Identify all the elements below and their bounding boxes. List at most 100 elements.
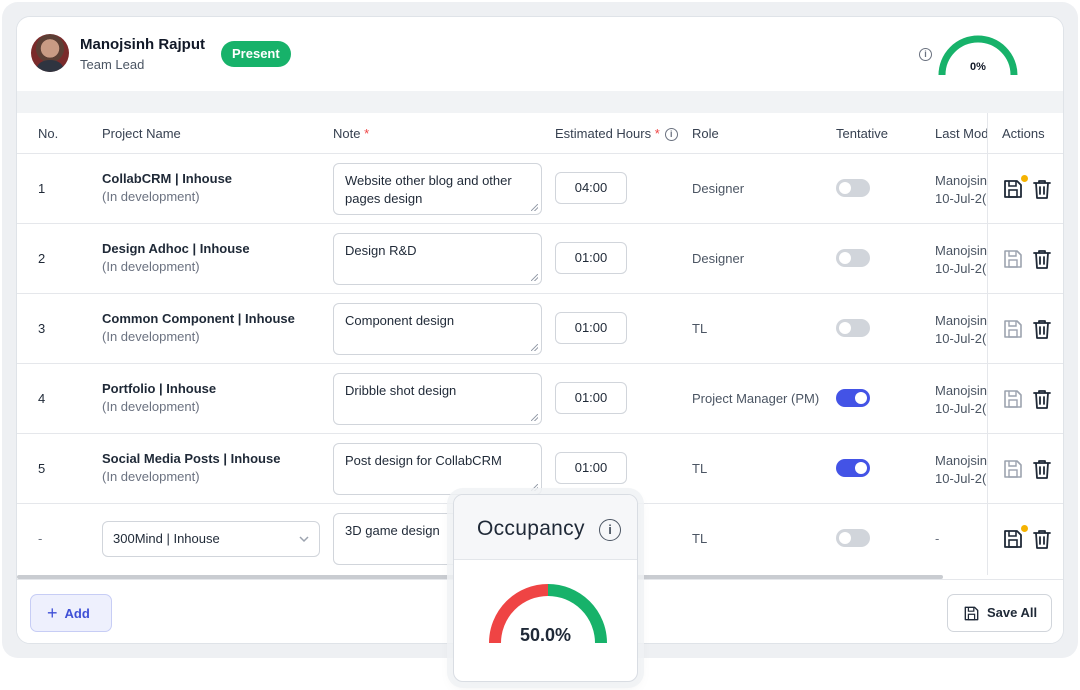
row-actions: [988, 154, 1063, 224]
tentative-toggle[interactable]: [836, 179, 870, 197]
last-modified: Manojsin 10-Jul-2(: [935, 453, 987, 486]
note-textarea[interactable]: Design R&D: [333, 233, 542, 285]
row-actions: [988, 504, 1063, 575]
add-label: Add: [64, 606, 90, 621]
row-actions: [988, 434, 1063, 504]
occupancy-title: Occupancy: [477, 517, 585, 540]
save-icon[interactable]: [1002, 528, 1024, 550]
note-textarea[interactable]: Dribble shot design: [333, 373, 542, 425]
project-name: Design Adhoc | Inhouse: [102, 241, 250, 256]
tentative-toggle[interactable]: [836, 319, 870, 337]
chevron-down-icon: [299, 536, 309, 543]
table-row: 2 Design Adhoc | Inhouse (In development…: [17, 224, 1063, 294]
row-actions: [988, 294, 1063, 364]
status-badge: Present: [221, 41, 291, 67]
role-value: TL: [692, 461, 708, 476]
tentative-toggle[interactable]: [836, 249, 870, 267]
project-status: (In development): [102, 469, 200, 484]
project-name: Portfolio | Inhouse: [102, 381, 217, 396]
hours-input[interactable]: 01:00: [555, 452, 627, 484]
header-note: Note *: [333, 126, 370, 141]
note-textarea[interactable]: Post design for CollabCRM: [333, 443, 542, 495]
row-number: 3: [38, 321, 46, 336]
avatar: [31, 34, 69, 72]
trash-icon[interactable]: [1032, 528, 1052, 550]
header-last-modified: Last Mod: [935, 126, 989, 141]
hours-input[interactable]: 01:00: [555, 312, 627, 344]
info-icon[interactable]: i: [919, 48, 932, 61]
last-modified: Manojsin 10-Jul-2(: [935, 383, 987, 416]
project-select-value: 300Mind | Inhouse: [113, 531, 220, 546]
role-value: Project Manager (PM): [692, 391, 820, 406]
role-value: TL: [692, 321, 708, 336]
save-icon[interactable]: [1002, 178, 1024, 200]
project-name: Common Component | Inhouse: [102, 311, 295, 326]
unsaved-indicator: [1021, 175, 1028, 182]
last-modified: -: [935, 531, 940, 546]
role-value: Designer: [692, 251, 745, 266]
row-number: 4: [38, 391, 46, 406]
add-row-button[interactable]: + Add: [30, 594, 112, 632]
last-modified: Manojsin 10-Jul-2(: [935, 173, 987, 206]
note-textarea[interactable]: Website other blog and other pages desig…: [333, 163, 542, 215]
user-role: Team Lead: [80, 57, 145, 72]
occupancy-header: Occupancy i: [454, 495, 637, 560]
project-name: CollabCRM | Inhouse: [102, 171, 233, 186]
role-value: TL: [692, 531, 708, 546]
tentative-toggle[interactable]: [836, 389, 870, 407]
save-icon[interactable]: [1002, 318, 1024, 340]
table-row: 3 Common Component | Inhouse (In develop…: [17, 294, 1063, 364]
note-textarea[interactable]: Component design: [333, 303, 542, 355]
user-header: Manojsinh Rajput Team Lead Present i 0%: [17, 17, 1063, 91]
save-icon[interactable]: [1002, 248, 1024, 270]
occupancy-popup: Occupancy i 50.0%: [453, 494, 638, 682]
row-actions: [988, 224, 1063, 294]
header-role: Role: [692, 126, 719, 141]
last-modified: Manojsin 10-Jul-2(: [935, 243, 987, 276]
save-all-button[interactable]: Save All: [947, 594, 1052, 632]
save-icon[interactable]: [1002, 388, 1024, 410]
save-icon[interactable]: [1002, 458, 1024, 480]
row-actions: [988, 364, 1063, 434]
trash-icon[interactable]: [1032, 318, 1052, 340]
last-modified: Manojsin 10-Jul-2(: [935, 313, 987, 346]
info-icon[interactable]: i: [599, 519, 621, 541]
mini-gauge-value: 0%: [970, 61, 986, 73]
trash-icon[interactable]: [1032, 248, 1052, 270]
trash-icon[interactable]: [1032, 388, 1052, 410]
divider-band: [17, 91, 1063, 113]
unsaved-indicator: [1021, 525, 1028, 532]
header-no: No.: [38, 126, 59, 141]
project-status: (In development): [102, 189, 200, 204]
plus-icon: +: [47, 603, 58, 623]
tentative-toggle[interactable]: [836, 529, 870, 547]
row-number: -: [38, 531, 43, 546]
save-all-label: Save All: [987, 605, 1038, 620]
trash-icon[interactable]: [1032, 458, 1052, 480]
occupancy-value: 50.0%: [519, 625, 572, 645]
table-header: No. Project Name Note * Estimated Hours …: [17, 113, 1063, 154]
project-status: (In development): [102, 259, 200, 274]
project-status: (In development): [102, 399, 200, 414]
tentative-toggle[interactable]: [836, 459, 870, 477]
user-name: Manojsinh Rajput: [80, 36, 205, 53]
row-number: 2: [38, 251, 46, 266]
info-icon[interactable]: i: [664, 128, 678, 141]
actions-header-cell: [988, 113, 1063, 154]
hours-input[interactable]: 01:00: [555, 242, 627, 274]
save-icon: [964, 606, 979, 621]
hours-input[interactable]: 04:00: [555, 172, 627, 204]
project-status: (In development): [102, 329, 200, 344]
hours-input[interactable]: 01:00: [555, 382, 627, 414]
header-hours: Estimated Hours * i: [555, 126, 678, 141]
row-number: 1: [38, 181, 46, 196]
trash-icon[interactable]: [1032, 178, 1052, 200]
project-select[interactable]: 300Mind | Inhouse: [102, 521, 320, 557]
header-project: Project Name: [102, 126, 181, 141]
table-row: 4 Portfolio | Inhouse (In development) D…: [17, 364, 1063, 434]
actions-column: Actions: [987, 113, 1063, 575]
role-value: Designer: [692, 181, 745, 196]
table-row: 1 CollabCRM | Inhouse (In development) W…: [17, 154, 1063, 224]
required-mark: *: [654, 126, 660, 141]
header-tentative: Tentative: [836, 126, 889, 141]
